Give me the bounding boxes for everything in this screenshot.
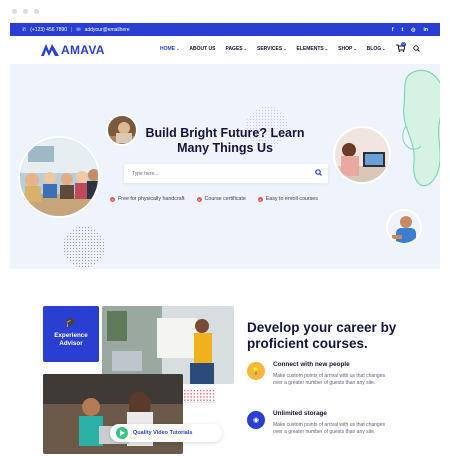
feature-description: Make custom points of arrival with us th… [273,373,385,386]
teacher-photo [102,306,234,384]
students-photo [18,136,100,218]
graduation-cap-icon: 🎓 [65,317,77,327]
main-navbar: AMAVA HOME⌄ ABOUT US PAGES⌄ SERVICES⌄ EL… [10,36,440,64]
chevron-down-icon: ⌄ [324,46,329,51]
phone-number[interactable]: (+123) 456 7890 [30,27,67,33]
nav-item-blog[interactable]: BLOG⌄ [367,46,386,52]
decorative-blob [402,69,440,187]
lightbulb-icon: 💡 [247,362,265,380]
nav-item-about[interactable]: ABOUT US [189,46,215,52]
hero-search-input[interactable] [132,170,302,177]
social-links: f t ◎ in [392,27,428,33]
hero-title: Build Bright Future? Learn Many Things U… [145,126,305,155]
email-address[interactable]: addyour@emailhere [85,27,130,33]
badge-label: Advisor [59,340,83,347]
student-man-photo [386,209,422,245]
nav-item-services[interactable]: SERVICES⌄ [257,46,287,52]
feature-title: Unlimited storage [273,410,327,417]
twitter-icon[interactable]: t [402,27,404,33]
search-icon[interactable] [315,169,322,176]
top-bar: ✆ (+123) 456 7890 | ✉ addyour@emailhere … [10,23,440,36]
linkedin-icon[interactable]: in [424,27,428,33]
hero-section: Build Bright Future? Learn Many Things U… [10,64,440,269]
logo-text: AMAVA [61,43,105,57]
browser-frame: ✆ (+123) 456 7890 | ✉ addyour@emailhere … [0,0,450,456]
nav-item-elements[interactable]: ELEMENTS⌄ [297,46,329,52]
nav-menu: HOME⌄ ABOUT US PAGES⌄ SERVICES⌄ ELEMENTS… [160,46,385,52]
play-icon [116,427,128,439]
mail-icon: ✉ [76,26,81,33]
experience-advisor-card: 🎓 Experience Advisor [43,306,99,362]
chevron-down-icon: ⌄ [353,46,357,51]
database-icon: ◉ [247,411,265,429]
section-title: Develop your career by proficient course… [247,320,397,351]
hero-feature: × Course certificate [196,196,246,202]
laptop-learner-photo [333,126,391,184]
logo-mark-icon [41,44,59,56]
hero-feature-list: × Free for physically handcraft × Course c… [110,196,318,202]
site-logo[interactable]: AMAVA [41,43,105,57]
chevron-down-icon: ⌄ [382,46,386,51]
video-tutorials-button[interactable]: Quality Video Tutorials [110,424,222,442]
chevron-down-icon: ⌄ [243,46,247,51]
feature-title: Connect with new people [273,361,350,368]
nav-item-shop[interactable]: SHOP⌄ [338,46,357,52]
window-controls [12,9,39,14]
hero-feature: × Free for physically handcraft [110,196,185,202]
facebook-icon[interactable]: f [392,27,394,33]
hero-feature: × Easy to enroll courses [257,196,318,202]
video-label: Quality Video Tutorials [133,430,193,436]
hero-search-bar [124,164,328,183]
feature-description: Make custom points of arrival with us th… [273,422,385,435]
cart-count-badge: 0 [401,42,406,47]
badge-label: Experience [54,332,88,339]
search-icon[interactable] [413,45,420,52]
cross-icon: × [196,196,202,202]
chevron-down-icon: ⌄ [283,46,287,51]
instagram-icon[interactable]: ◎ [411,27,415,33]
about-section: 🎓 Experience Advisor Quality Video Tutor… [10,269,440,456]
nav-item-pages[interactable]: PAGES⌄ [225,46,247,52]
phone-icon: ✆ [22,26,27,33]
cross-icon: × [257,196,263,202]
decorative-dots [63,226,105,268]
contact-info: ✆ (+123) 456 7890 | ✉ addyour@emailhere [22,26,130,33]
chevron-down-icon: ⌄ [176,46,180,51]
cross-icon: × [110,196,115,202]
students-laptop-photo [43,374,183,454]
nav-item-home[interactable]: HOME⌄ [160,46,179,52]
cart-button[interactable]: 0 [396,42,406,54]
decorative-dots [180,389,216,403]
